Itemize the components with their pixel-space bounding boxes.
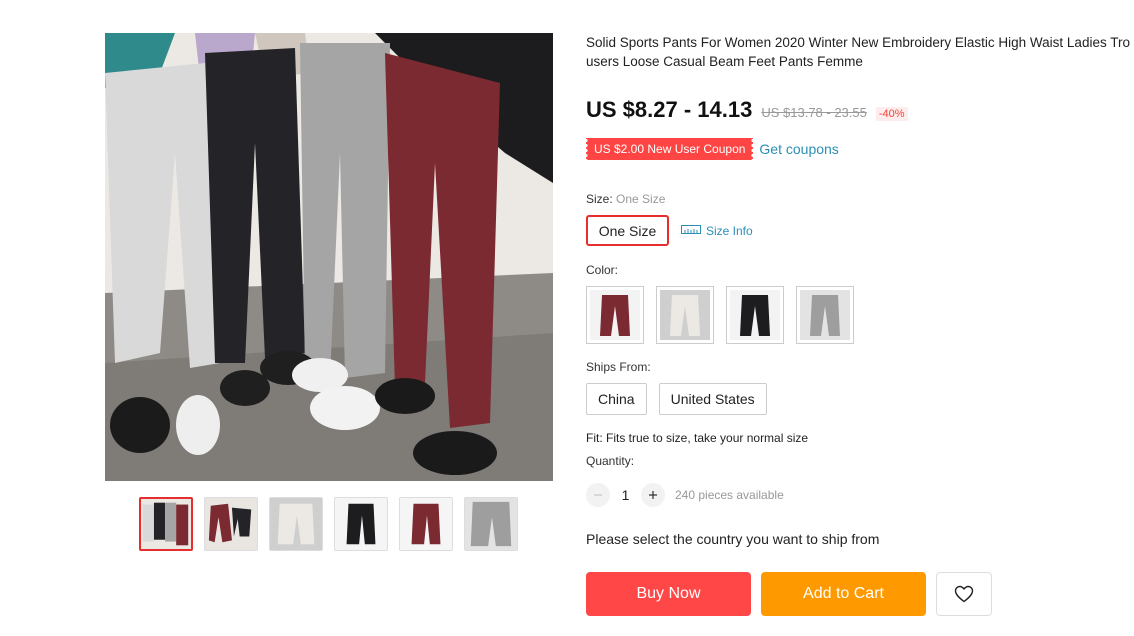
buy-now-button[interactable]: Buy Now [586, 572, 751, 616]
color-label: Color: [586, 263, 619, 277]
pieces-available: 240 pieces available [675, 488, 784, 502]
size-selected-value: One Size [616, 192, 666, 206]
size-info-link[interactable]: Size Info [681, 223, 753, 238]
quantity-minus-button[interactable] [586, 483, 610, 507]
ship-country-message: Please select the country you want to sh… [586, 531, 880, 547]
quantity-value[interactable]: 1 [610, 487, 641, 503]
thumbnail-white[interactable] [269, 497, 323, 551]
product-title: Solid Sports Pants For Women 2020 Winter… [586, 35, 1130, 69]
plus-icon [649, 491, 657, 499]
size-info-label: Size Info [706, 223, 753, 238]
thumbnail-strip [139, 497, 518, 551]
color-swatches [586, 286, 854, 344]
heart-icon [954, 585, 974, 603]
color-swatch-burgundy[interactable] [586, 286, 644, 344]
ruler-icon [681, 223, 701, 238]
add-to-cart-button[interactable]: Add to Cart [761, 572, 926, 616]
main-product-image[interactable] [105, 33, 553, 481]
thumbnail-burgundy[interactable] [399, 497, 453, 551]
wishlist-button[interactable] [936, 572, 992, 616]
size-label: Size: One Size [586, 192, 665, 206]
quantity-plus-button[interactable] [641, 483, 665, 507]
current-price: US $8.27 - 14.13 [586, 97, 753, 122]
thumbnail-burgundy-black[interactable] [204, 497, 258, 551]
ships-from-label: Ships From: [586, 360, 651, 374]
quantity-stepper: 1 240 pieces available [586, 483, 784, 507]
discount-badge: -40% [875, 107, 908, 121]
quantity-label: Quantity: [586, 454, 635, 468]
coupon-row: US $2.00 New User Coupon Get coupons [583, 138, 839, 160]
thumbnail-black[interactable] [334, 497, 388, 551]
thumbnail-all-colors[interactable] [139, 497, 193, 551]
size-option-one-size[interactable]: One Size [586, 215, 669, 246]
ships-from-united-states[interactable]: United States [658, 383, 767, 415]
price-row: US $8.27 - 14.13 US $13.78 - 23.55 -40% [586, 97, 908, 123]
color-swatch-black[interactable] [726, 286, 784, 344]
ships-from-options: China United States [586, 383, 767, 415]
minus-icon [594, 494, 602, 496]
color-swatch-white[interactable] [656, 286, 714, 344]
color-swatch-grey[interactable] [796, 286, 854, 344]
thumbnail-grey[interactable] [464, 497, 518, 551]
fit-note: Fit: Fits true to size, take your normal… [586, 431, 809, 445]
get-coupons-link[interactable]: Get coupons [759, 141, 838, 157]
new-user-coupon[interactable]: US $2.00 New User Coupon [583, 138, 756, 160]
size-label-text: Size: [586, 192, 613, 206]
original-price: US $13.78 - 23.55 [761, 105, 867, 120]
ships-from-china[interactable]: China [586, 383, 647, 415]
